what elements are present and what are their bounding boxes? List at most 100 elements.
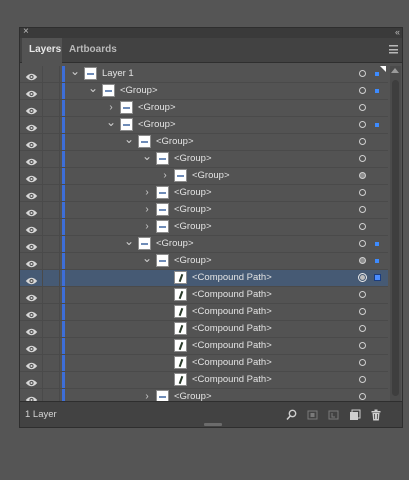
sublayer-row[interactable]: <Compound Path> (20, 355, 388, 372)
chevron-right-icon[interactable]: › (106, 102, 116, 114)
sublayer-row[interactable]: › <Group> (20, 185, 388, 202)
selection-indicator[interactable] (375, 123, 379, 127)
selection-indicator[interactable] (375, 89, 379, 93)
visibility-eye-icon[interactable] (25, 256, 38, 268)
make-clipping-mask-icon[interactable] (307, 408, 319, 420)
visibility-eye-icon[interactable] (25, 290, 38, 302)
visibility-eye-icon[interactable] (25, 239, 38, 251)
visibility-eye-icon[interactable] (25, 341, 38, 353)
visibility-eye-icon[interactable] (25, 358, 38, 370)
sublayer-row[interactable]: <Compound Path> (20, 338, 388, 355)
visibility-eye-icon[interactable] (25, 188, 38, 200)
target-circle-icon[interactable] (359, 172, 366, 179)
lock-toggle[interactable] (42, 253, 60, 269)
sublayer-row[interactable]: ⌄ <Group> (20, 235, 388, 253)
sublayer-row[interactable]: ⌄ <Group> (20, 133, 388, 151)
chevron-right-icon[interactable]: › (160, 170, 170, 182)
lock-toggle[interactable] (42, 372, 60, 388)
lock-toggle[interactable] (42, 355, 60, 371)
visibility-eye-icon[interactable] (25, 273, 38, 285)
layer-row[interactable]: ⌄ Layer 1 (20, 66, 388, 83)
close-icon[interactable]: × (23, 26, 29, 38)
target-circle-icon[interactable] (359, 189, 366, 196)
sublayer-row[interactable]: <Compound Path> (20, 304, 388, 321)
selection-indicator[interactable] (375, 259, 379, 263)
target-circle-icon[interactable] (359, 240, 366, 247)
chevron-down-icon[interactable]: ⌄ (142, 150, 152, 162)
selection-indicator[interactable] (375, 72, 379, 76)
lock-toggle[interactable] (42, 236, 60, 252)
sublayer-row[interactable]: <Compound Path> (20, 372, 388, 389)
sublayer-row[interactable]: <Compound Path> (20, 270, 388, 287)
resize-grip[interactable] (204, 423, 222, 426)
collapse-icon[interactable]: ‹‹ (395, 26, 400, 38)
sublayer-row[interactable]: <Compound Path> (20, 321, 388, 338)
sublayer-row[interactable]: ⌄ <Group> (20, 252, 388, 270)
target-circle-icon[interactable] (359, 376, 366, 383)
chevron-right-icon[interactable]: › (142, 204, 152, 216)
chevron-down-icon[interactable]: ⌄ (142, 252, 152, 264)
visibility-eye-icon[interactable] (25, 324, 38, 336)
lock-toggle[interactable] (42, 287, 60, 303)
target-circle-icon[interactable] (359, 70, 366, 77)
sublayer-row[interactable]: › <Group> (20, 168, 388, 185)
selection-indicator[interactable] (374, 274, 381, 281)
target-circle-icon[interactable] (359, 342, 366, 349)
visibility-eye-icon[interactable] (25, 154, 38, 166)
visibility-eye-icon[interactable] (25, 171, 38, 183)
target-circle-icon[interactable] (359, 223, 366, 230)
target-circle-icon[interactable] (359, 393, 366, 400)
visibility-eye-icon[interactable] (25, 307, 38, 319)
tab-layers[interactable]: Layers (22, 38, 62, 63)
lock-toggle[interactable] (42, 338, 60, 354)
visibility-eye-icon[interactable] (25, 69, 38, 81)
lock-toggle[interactable] (42, 100, 60, 116)
visibility-eye-icon[interactable] (25, 86, 38, 98)
visibility-eye-icon[interactable] (25, 103, 38, 115)
lock-toggle[interactable] (42, 151, 60, 167)
visibility-eye-icon[interactable] (25, 375, 38, 387)
target-circle-icon[interactable] (359, 138, 366, 145)
target-circle-icon[interactable] (359, 121, 366, 128)
scrollbar-thumb[interactable] (392, 80, 399, 396)
lock-toggle[interactable] (42, 134, 60, 150)
lock-toggle[interactable] (42, 117, 60, 133)
sublayer-row[interactable]: ⌄ <Group> (20, 116, 388, 134)
chevron-down-icon[interactable]: ⌄ (70, 66, 80, 77)
visibility-eye-icon[interactable] (25, 222, 38, 234)
sublayer-row[interactable]: › <Group> (20, 100, 388, 117)
create-new-layer-icon[interactable] (349, 408, 361, 420)
sublayer-row[interactable]: › <Group> (20, 202, 388, 219)
visibility-eye-icon[interactable] (25, 137, 38, 149)
target-circle-icon[interactable] (359, 359, 366, 366)
sublayer-row[interactable]: ⌄ <Group> (20, 82, 388, 100)
lock-toggle[interactable] (42, 321, 60, 337)
target-circle-icon[interactable] (359, 206, 366, 213)
create-sublayer-icon[interactable] (328, 408, 340, 420)
lock-toggle[interactable] (42, 219, 60, 235)
target-circle-icon[interactable] (359, 291, 366, 298)
target-circle-icon[interactable] (359, 325, 366, 332)
visibility-eye-icon[interactable] (25, 205, 38, 217)
lock-toggle[interactable] (42, 202, 60, 218)
lock-toggle[interactable] (42, 270, 60, 286)
locate-object-icon[interactable] (286, 408, 298, 421)
delete-icon[interactable] (370, 408, 382, 421)
lock-toggle[interactable] (42, 83, 60, 99)
lock-toggle[interactable] (42, 185, 60, 201)
scroll-up-arrow-icon[interactable] (391, 68, 399, 73)
panel-menu-icon[interactable] (389, 45, 398, 54)
sublayer-row[interactable]: ⌄ <Group> (20, 150, 388, 168)
sublayer-row[interactable]: <Compound Path> (20, 287, 388, 304)
target-circle-icon[interactable] (359, 308, 366, 315)
target-circle-icon[interactable] (359, 257, 366, 264)
chevron-down-icon[interactable]: ⌄ (106, 116, 116, 128)
chevron-down-icon[interactable]: ⌄ (88, 82, 98, 94)
scrollbar[interactable] (390, 66, 401, 402)
target-circle-icon[interactable] (359, 104, 366, 111)
chevron-right-icon[interactable]: › (142, 187, 152, 199)
chevron-down-icon[interactable]: ⌄ (124, 235, 134, 247)
target-circle-icon[interactable] (359, 155, 366, 162)
target-circle-icon[interactable] (359, 87, 366, 94)
target-circle-icon[interactable] (358, 273, 367, 282)
